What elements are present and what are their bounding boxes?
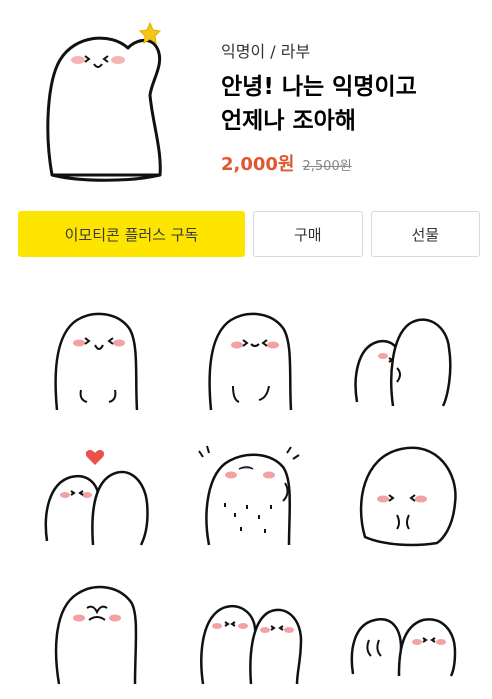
sticker-grid: [18, 290, 480, 699]
price-row: 2,000원 2,500원: [221, 150, 481, 176]
ghost-leaning-icon: [359, 446, 457, 546]
action-buttons: 이모티콘 플러스 구독 구매 선물: [18, 211, 481, 259]
original-price: 2,500원: [302, 159, 352, 174]
hero-emoticon: [40, 20, 180, 185]
ghost-sweating-icon: [198, 445, 300, 545]
ghosts-peeking-icon: [350, 617, 457, 677]
author-line[interactable]: 익명이 / 라부: [221, 38, 481, 62]
sticker-item[interactable]: [18, 425, 172, 560]
subscribe-button[interactable]: 이모티콘 플러스 구독: [18, 211, 245, 257]
sticker-item[interactable]: [172, 560, 326, 695]
ghosts-hugging-icon: [354, 317, 452, 407]
ghosts-with-heart-icon: [44, 449, 149, 546]
sticker-item[interactable]: [172, 290, 326, 425]
ghost-smiling-icon: [54, 312, 139, 410]
ghost-covering-face-icon: [54, 585, 138, 684]
product-info: 익명이 / 라부 안녕! 나는 익명이고 언제나 조아해 2,000원 2,50…: [221, 38, 481, 176]
ghost-friends-icon: [200, 604, 303, 684]
sticker-item[interactable]: [172, 425, 326, 560]
sticker-item[interactable]: [326, 560, 480, 695]
ghost-waving-with-star-icon: [46, 21, 162, 182]
sticker-item[interactable]: [326, 290, 480, 425]
buy-button[interactable]: 구매: [252, 211, 363, 257]
sticker-item[interactable]: [326, 425, 480, 560]
sticker-item[interactable]: [18, 290, 172, 425]
sale-price: 2,000원: [221, 154, 295, 175]
product-header: 익명이 / 라부 안녕! 나는 익명이고 언제나 조아해 2,000원 2,50…: [0, 0, 492, 200]
gift-button[interactable]: 선물: [370, 211, 481, 257]
product-title-line2: 언제나 조아해: [221, 108, 356, 134]
product-title-line1: 안녕! 나는 익명이고: [221, 74, 417, 100]
sticker-item[interactable]: [18, 560, 172, 695]
ghost-hands-down-icon: [208, 312, 293, 410]
